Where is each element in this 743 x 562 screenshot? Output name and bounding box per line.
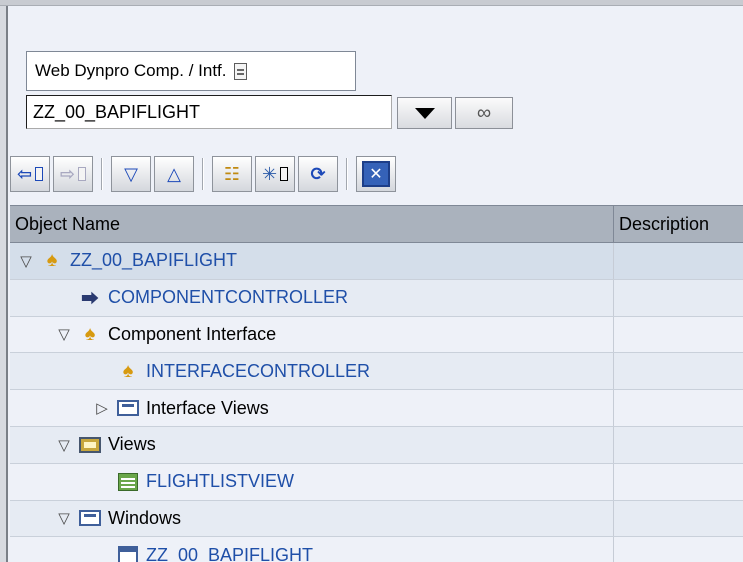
cell-object-name: ▽ Views [10,426,614,463]
controller-icon: ⮕ [81,288,99,309]
collapse-node-icon[interactable]: ▽ [56,509,72,527]
tree-node-label[interactable]: COMPONENTCONTROLLER [108,287,348,308]
toolbar-separator [202,158,204,190]
column-header-object-name[interactable]: Object Name [10,206,614,242]
component-icon: ♠ [46,249,58,272]
component-icon: ♠ [122,359,134,382]
tree-node-label[interactable]: Windows [108,508,181,529]
toolbar-separator [346,158,348,190]
column-header-description[interactable]: Description [614,206,743,242]
window-single-icon [116,544,140,562]
collapse-all-button[interactable]: △ [154,156,194,192]
hierarchy-icon: ☷ [223,163,241,184]
tree-node-label[interactable]: Component Interface [108,324,276,345]
expand-node-icon[interactable]: ▷ [94,399,110,417]
component-icon: ♠ [84,322,96,345]
collapse-node-icon[interactable]: ▽ [56,436,72,454]
document-small-icon [280,167,289,181]
close-button[interactable]: ✕ [356,156,396,192]
cell-description [614,317,743,353]
object-type-label: Web Dynpro Comp. / Intf. [35,61,227,80]
cell-object-name: ▷ Interface Views [10,390,614,426]
collapse-all-icon: △ [167,163,181,184]
cell-object-name: ▽ Windows [10,500,614,537]
cell-description [614,353,743,389]
cell-description [614,464,743,500]
view-icon [116,471,140,493]
top-frame-bar [0,0,743,6]
cell-description [614,427,743,463]
document-small-icon [35,167,44,181]
tree-node-label[interactable]: Interface Views [146,398,269,419]
tree-row[interactable]: FLIGHTLISTVIEW [10,463,743,501]
grid-header: Object Name Description [10,206,743,243]
cell-description [614,280,743,316]
grid-body: ▽ ♠ ZZ_00_BAPIFLIGHT ⮕ COMPONENTCONTROLLER ▽ ♠… [10,243,743,562]
cell-description [614,390,743,426]
tree-row[interactable]: ▽ Windows [10,500,743,538]
cell-object-name: ▽ ♠ Component Interface [10,316,614,353]
tree-row[interactable]: ⮕ COMPONENTCONTROLLER [10,279,743,317]
close-icon: ✕ [362,161,390,187]
navigation-toolbar: ⇦ ⇨ ▽ △ ☷ ✳ ⟳ ✕ [10,152,630,196]
forward-button[interactable]: ⇨ [53,156,93,192]
tree-row[interactable]: ▷ Interface Views [10,390,743,427]
cell-description [614,243,743,279]
hierarchy-button[interactable]: ☷ [212,156,252,192]
tree-row[interactable]: ▽ ♠ Component Interface [10,316,743,354]
tree-node-label[interactable]: ZZ_00_BAPIFLIGHT [146,545,313,562]
object-name-dropdown-button[interactable] [397,97,452,129]
tree-row[interactable]: ZZ_00_BAPIFLIGHT [10,537,743,562]
settings-button[interactable]: ✳ [255,156,295,192]
cell-object-name: ♠ INTERFACECONTROLLER [10,353,614,390]
tree-node-label[interactable]: ZZ_00_BAPIFLIGHT [70,250,237,271]
display-object-button[interactable]: ∞ [455,97,513,129]
cell-object-name: ▽ ♠ ZZ_00_BAPIFLIGHT [10,243,614,279]
dropdown-arrow-icon [414,107,435,119]
back-button[interactable]: ⇦ [10,156,50,192]
cell-description [614,501,743,537]
toolbar-separator [101,158,103,190]
tree-node-label[interactable]: INTERFACECONTROLLER [146,361,370,382]
tree-row[interactable]: ▽ ♠ ZZ_00_BAPIFLIGHT [10,243,743,280]
views-folder-icon [78,434,102,456]
cell-object-name: ZZ_00_BAPIFLIGHT [10,537,614,562]
forward-arrow-icon: ⇨ [59,163,76,184]
glasses-icon: ∞ [476,101,492,124]
tree-row[interactable]: ♠ INTERFACECONTROLLER [10,353,743,391]
cell-object-name: FLIGHTLISTVIEW [10,463,614,500]
settings-icon: ✳ [261,163,278,184]
document-icon [234,62,248,80]
tree-row[interactable]: ▽ Views [10,426,743,464]
tree-node-label[interactable]: Views [108,434,156,455]
window-icon [78,507,102,529]
collapse-node-icon[interactable]: ▽ [56,325,72,343]
tree-node-label[interactable]: FLIGHTLISTVIEW [146,471,294,492]
refresh-button[interactable]: ⟳ [298,156,338,192]
cell-object-name: ⮕ COMPONENTCONTROLLER [10,279,614,316]
cell-description [614,537,743,562]
expand-all-icon: ▽ [124,163,138,184]
document-small-icon [78,167,87,181]
expand-all-button[interactable]: ▽ [111,156,151,192]
object-tree-grid: Object Name Description ▽ ♠ ZZ_00_BAPIFLIG… [10,205,743,562]
window-icon [116,397,140,419]
object-name-input[interactable]: ZZ_00_BAPIFLIGHT [26,95,392,129]
object-type-selector[interactable]: Web Dynpro Comp. / Intf. [26,51,356,91]
refresh-icon: ⟳ [310,163,326,184]
left-frame-edge [0,6,8,562]
collapse-node-icon[interactable]: ▽ [18,252,34,270]
back-arrow-icon: ⇦ [16,163,33,184]
